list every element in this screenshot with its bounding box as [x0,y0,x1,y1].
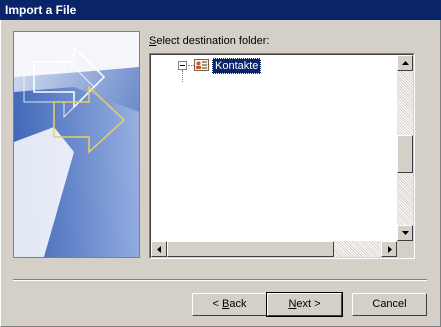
scroll-down-button[interactable] [397,225,413,241]
scrollbar-corner [397,241,413,257]
horizontal-scroll-thumb[interactable] [167,241,334,257]
arrow-up-icon [402,61,409,65]
title-bar[interactable]: Import a File [0,0,441,20]
vertical-scrollbar[interactable] [397,55,413,241]
folder-tree-viewport: Kontakte [150,54,414,258]
scroll-up-button[interactable] [397,55,413,71]
next-button[interactable]: Next > [266,292,343,317]
arrow-left-icon [157,246,161,253]
vertical-scroll-thumb[interactable] [397,135,413,173]
arrow-right-icon [388,246,392,253]
window-title: Import a File [5,3,77,17]
horizontal-scrollbar[interactable] [151,241,397,257]
scroll-right-button[interactable] [381,241,397,257]
cancel-button[interactable]: Cancel [352,293,427,316]
scroll-left-button[interactable] [151,241,167,257]
arrow-down-icon [402,231,409,235]
tree-connector-vertical [182,70,183,82]
collapse-toggle-icon[interactable] [178,61,187,70]
contacts-folder-icon [194,59,209,71]
folder-tree[interactable]: Kontakte [149,53,415,259]
wizard-artwork-icon [14,32,139,257]
back-button[interactable]: < Back [192,293,267,316]
wizard-artwork [13,31,140,258]
button-separator [13,279,427,281]
destination-folder-label: Select destination folder: [149,35,270,47]
tree-item-kontakte[interactable]: Kontakte [212,58,262,74]
